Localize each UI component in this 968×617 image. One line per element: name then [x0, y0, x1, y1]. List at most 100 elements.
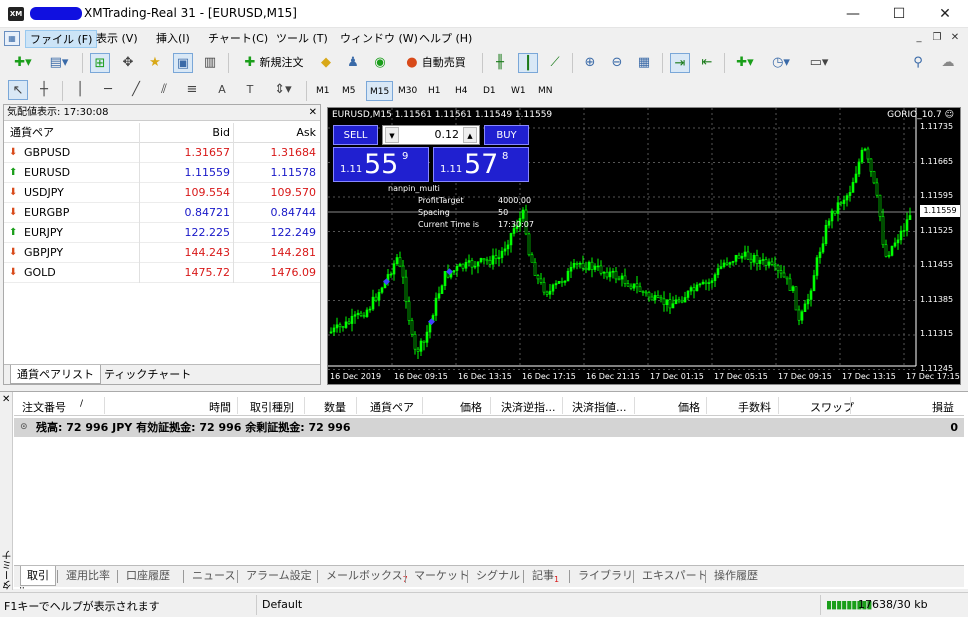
menu-window[interactable]: ウィンドウ (W) — [336, 30, 422, 48]
auto-trading-button[interactable]: ● 自動売買 — [398, 53, 474, 73]
menu-insert[interactable]: 挿入(I) — [152, 30, 194, 48]
balance-row[interactable]: ⊙ 残高: 72 996 JPY 有効証拠金: 72 996 余剰証拠金: 72… — [14, 418, 964, 437]
terminal-tab[interactable]: アラーム設定 — [240, 566, 318, 586]
market-watch-row[interactable]: ⬇ GOLD 1475.72 1476.09 — [4, 263, 320, 283]
market-watch-row[interactable]: ⬇ GBPUSD 1.31657 1.31684 — [4, 143, 320, 163]
sell-button[interactable]: SELL — [333, 125, 378, 145]
new-chart-icon[interactable]: ✚▾ — [8, 53, 38, 73]
terminal-tab[interactable]: 口座履歴 — [120, 566, 176, 586]
tab-tick-chart[interactable]: ティックチャート — [98, 365, 197, 384]
col-price[interactable]: 価格 — [460, 399, 482, 415]
chat-icon[interactable]: ☁ — [936, 53, 960, 73]
favorites-star-icon[interactable]: ★ — [145, 53, 165, 73]
maximize-button[interactable]: ☐ — [876, 0, 922, 28]
col-ask[interactable]: Ask — [234, 123, 316, 143]
vertical-line-icon[interactable]: │ — [70, 80, 90, 100]
col-bid[interactable]: Bid — [140, 123, 230, 143]
menu-tools[interactable]: ツール (T) — [272, 30, 332, 48]
profiles-icon[interactable]: ▤▾ — [44, 53, 74, 73]
buy-price-box[interactable]: 1.11 57 8 — [433, 147, 529, 182]
terminal-tab[interactable]: ニュース — [186, 566, 241, 586]
tf-m15[interactable]: M15 — [366, 81, 394, 101]
col-time[interactable]: 時間 — [209, 399, 231, 415]
terminal-tab[interactable]: エキスパート — [636, 566, 714, 586]
fibonacci-icon[interactable]: ≡ — [182, 80, 202, 100]
lot-decrease-icon[interactable]: ▼ — [385, 127, 399, 143]
chart-shift-icon[interactable]: ⇤ — [697, 53, 717, 73]
terminal-tab[interactable]: メールボックス7 — [320, 566, 414, 586]
tf-m5[interactable]: M5 — [339, 81, 359, 101]
menu-help[interactable]: ヘルプ (H) — [415, 30, 476, 48]
terminal-tab[interactable]: マーケット — [408, 566, 475, 586]
col-current-price[interactable]: 価格 — [678, 399, 700, 415]
market-watch-toggle-icon[interactable]: ⊞ — [90, 53, 110, 73]
col-take-profit[interactable]: 決済指値... — [572, 399, 627, 415]
market-watch-row[interactable]: ⬇ GBPJPY 144.243 144.281 — [4, 243, 320, 263]
new-order-button[interactable]: ✚ 新規注文 — [236, 53, 312, 73]
lot-increase-icon[interactable]: ▲ — [463, 127, 477, 143]
terminal-tab[interactable]: 操作履歴 — [708, 566, 764, 586]
terminal-close-icon[interactable]: ✕ — [2, 394, 10, 405]
templates-icon[interactable]: ▭▾ — [804, 53, 834, 73]
signals-icon[interactable]: ◉ — [370, 53, 390, 73]
strategy-tester-icon[interactable]: ▥ — [200, 53, 220, 73]
col-type[interactable]: 取引種別 — [250, 399, 294, 415]
price-chart[interactable]: ◆ ◆ ◆ EURUSD,M15 1.11561 1.11561 1.11549 1… — [327, 107, 961, 385]
tf-w1[interactable]: W1 — [508, 81, 529, 101]
menu-view[interactable]: 表示 (V) — [92, 30, 142, 48]
chart-window-icon[interactable]: ▦ — [4, 31, 20, 46]
mdi-restore-icon[interactable]: ❐ — [930, 31, 944, 45]
indicators-icon[interactable]: ✚▾ — [730, 53, 760, 73]
close-button[interactable]: ✕ — [922, 0, 968, 28]
arrows-icon[interactable]: ⇕▾ — [268, 80, 298, 100]
auto-scroll-icon[interactable]: ⇥ — [670, 53, 690, 73]
col-stop-loss[interactable]: 決済逆指... — [501, 399, 556, 415]
sell-price-box[interactable]: 1.11 55 9 — [333, 147, 429, 182]
terminal-tab[interactable]: シグナル — [470, 566, 526, 586]
candlestick-chart-icon[interactable]: ┃ — [518, 53, 538, 73]
terminal-tab[interactable]: 運用比率 — [60, 566, 116, 586]
terminal-tab[interactable]: ライブラリ — [572, 566, 639, 586]
tab-symbol-list[interactable]: 通貨ペアリスト — [10, 365, 101, 384]
text-icon[interactable]: A — [212, 80, 232, 100]
market-watch-row[interactable]: ⬆ EURUSD 1.11559 1.11578 — [4, 163, 320, 183]
tf-h1[interactable]: H1 — [425, 81, 444, 101]
tf-m1[interactable]: M1 — [313, 81, 333, 101]
zoom-in-icon[interactable]: ⊕ — [580, 53, 600, 73]
market-watch-row[interactable]: ⬇ USDJPY 109.554 109.570 — [4, 183, 320, 203]
minimize-button[interactable]: — — [830, 0, 876, 28]
community-icon[interactable]: ♟ — [343, 53, 363, 73]
col-volume[interactable]: 数量 — [324, 399, 346, 415]
tf-m30[interactable]: M30 — [395, 81, 420, 101]
line-chart-icon[interactable]: ⟋ — [545, 53, 565, 73]
col-order[interactable]: 注文番号 — [22, 399, 66, 415]
menu-file[interactable]: ファイル (F) — [25, 30, 98, 48]
lot-size-input[interactable]: ▼ 0.12 ▲ — [382, 125, 480, 145]
text-label-icon[interactable]: T — [240, 80, 260, 100]
equidistant-channel-icon[interactable]: ⫽ — [154, 80, 174, 100]
terminal-tab[interactable]: 記事1 — [526, 566, 565, 586]
tf-d1[interactable]: D1 — [480, 81, 499, 101]
metaeditor-icon[interactable]: ◆ — [316, 53, 336, 73]
col-swap[interactable]: スワップ — [810, 399, 854, 415]
terminal-toggle-icon[interactable]: ▣ — [173, 53, 193, 73]
col-commission[interactable]: 手数料 — [738, 399, 771, 415]
tile-windows-icon[interactable]: ▦ — [634, 53, 654, 73]
mdi-minimize-icon[interactable]: _ — [912, 31, 926, 45]
terminal-tab[interactable]: 取引 — [20, 566, 56, 586]
bar-chart-icon[interactable]: ╫ — [490, 53, 510, 73]
market-watch-close-icon[interactable]: ✕ — [309, 105, 317, 121]
buy-button[interactable]: BUY — [484, 125, 529, 145]
zoom-out-icon[interactable]: ⊖ — [607, 53, 627, 73]
col-symbol[interactable]: 通貨ペア — [370, 399, 414, 415]
crosshair-icon[interactable]: ┼ — [34, 80, 54, 100]
col-profit[interactable]: 損益 — [932, 399, 954, 415]
search-icon[interactable]: ⚲ — [908, 53, 928, 73]
tf-mn[interactable]: MN — [535, 81, 556, 101]
market-watch-row[interactable]: ⬇ EURGBP 0.84721 0.84744 — [4, 203, 320, 223]
col-symbol[interactable]: 通貨ペア — [10, 123, 54, 143]
tf-h4[interactable]: H4 — [452, 81, 471, 101]
periods-icon[interactable]: ◷▾ — [766, 53, 796, 73]
market-watch-row[interactable]: ⬆ EURJPY 122.225 122.249 — [4, 223, 320, 243]
mdi-close-icon[interactable]: ✕ — [948, 31, 962, 45]
